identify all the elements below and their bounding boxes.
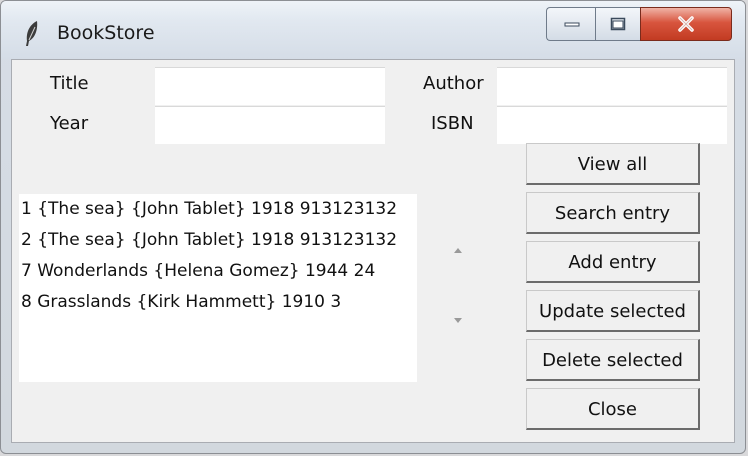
minimize-button[interactable]: [546, 7, 596, 41]
list-item[interactable]: 2 {The sea} {John Tablet} 1918 913123132: [19, 225, 417, 256]
delete-selected-button[interactable]: Delete selected: [526, 339, 700, 381]
title-bar[interactable]: BookStore: [1, 1, 745, 59]
isbn-input[interactable]: [497, 106, 727, 144]
author-label: Author: [423, 73, 484, 94]
maximize-icon: [610, 17, 626, 31]
listbox-scrollbar[interactable]: [442, 194, 478, 384]
scroll-up-icon[interactable]: [454, 248, 462, 253]
isbn-label: ISBN: [431, 113, 474, 134]
list-item[interactable]: 7 Wonderlands {Helena Gomez} 1944 24: [19, 256, 417, 287]
update-selected-button[interactable]: Update selected: [526, 290, 700, 332]
app-window: BookStore Title Author Year ISBN 1 {The …: [0, 0, 746, 454]
feather-icon: [26, 21, 38, 46]
year-label: Year: [50, 113, 89, 134]
close-icon: [678, 16, 694, 32]
client-area: Title Author Year ISBN 1 {The sea} {John…: [11, 59, 735, 443]
title-input[interactable]: [155, 67, 385, 105]
book-listbox[interactable]: 1 {The sea} {John Tablet} 1918 913123132…: [19, 194, 417, 382]
title-label: Title: [50, 73, 89, 94]
search-entry-button[interactable]: Search entry: [526, 192, 700, 234]
add-entry-button[interactable]: Add entry: [526, 241, 700, 283]
author-input[interactable]: [497, 67, 727, 105]
scroll-down-icon[interactable]: [454, 318, 462, 323]
close-button[interactable]: Close: [526, 388, 700, 430]
year-input[interactable]: [155, 106, 385, 144]
view-all-button[interactable]: View all: [526, 143, 700, 185]
list-item[interactable]: 8 Grasslands {Kirk Hammett} 1910 3: [19, 287, 417, 318]
maximize-button[interactable]: [595, 7, 641, 41]
window-title: BookStore: [57, 22, 155, 44]
minimize-icon: [564, 22, 579, 27]
list-item[interactable]: 1 {The sea} {John Tablet} 1918 913123132: [19, 194, 417, 225]
close-window-button[interactable]: [640, 7, 732, 41]
